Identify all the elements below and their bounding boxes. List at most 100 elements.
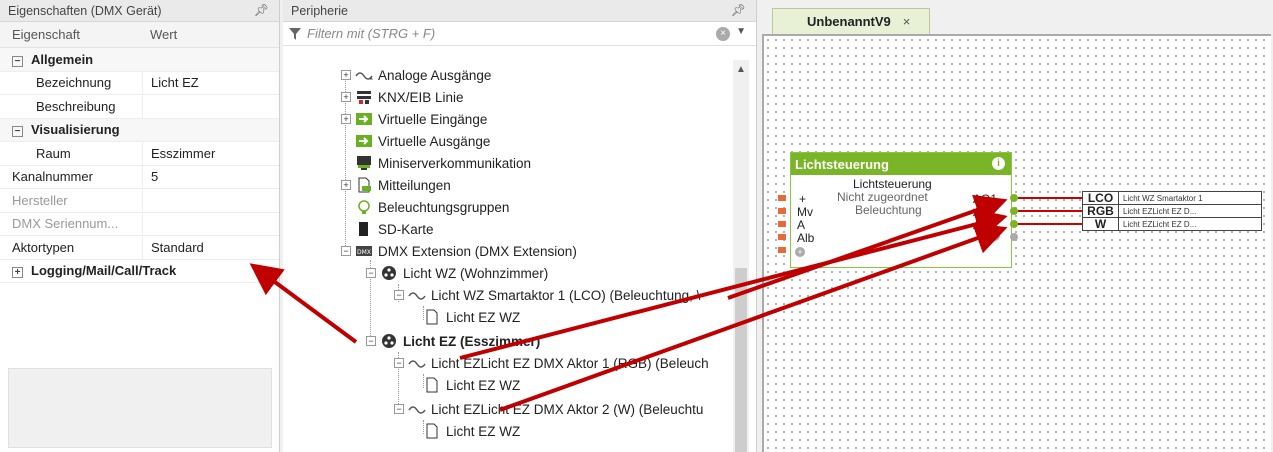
- prop-row-aktortypen[interactable]: Aktortypen Standard: [0, 236, 279, 260]
- expand-icon[interactable]: +: [341, 114, 351, 124]
- collapse-icon[interactable]: −: [366, 268, 376, 278]
- input-label-mv: Mv: [797, 205, 813, 219]
- block-subtitle: Lichtsteuerung: [853, 177, 932, 191]
- tree-item-sd-karte[interactable]: SD-Karte: [355, 218, 434, 240]
- info-icon[interactable]: i: [992, 157, 1005, 170]
- group-logging[interactable]: + Logging/Mail/Call/Track: [0, 259, 279, 283]
- input-label-alb: Alb: [797, 231, 815, 245]
- tree-item-virtuelle-ausgaenge[interactable]: Virtuelle Ausgänge: [355, 130, 490, 152]
- tree-item-mitteilungen[interactable]: + Mitteilungen: [341, 174, 451, 196]
- filter-input[interactable]: Filtern mit (STRG + F) × ▼: [283, 22, 756, 46]
- group-visualisierung[interactable]: − Visualisierung: [0, 118, 279, 142]
- properties-column-header: Eigenschaft Wert: [0, 22, 279, 48]
- input-pin[interactable]: [778, 221, 786, 227]
- properties-panel-header: Eigenschaften (DMX Gerät) 📌︎: [0, 0, 279, 22]
- collapse-icon[interactable]: −: [12, 126, 23, 138]
- output-label-aq1: AQ1: [973, 192, 998, 206]
- collapse-icon[interactable]: −: [394, 290, 404, 300]
- group-allgemein[interactable]: − Allgemein: [0, 48, 279, 72]
- svg-text:DMX: DMX: [357, 249, 371, 256]
- scroll-up-icon[interactable]: ▲: [736, 64, 746, 75]
- collapse-icon[interactable]: −: [12, 55, 23, 67]
- lichtsteuerung-block[interactable]: Lichtsteuerung i Lichtsteuerung Nicht zu…: [790, 152, 1012, 268]
- expand-icon[interactable]: +: [341, 180, 351, 190]
- virtual-output-icon: [356, 135, 372, 147]
- analog-output-icon: [355, 72, 373, 80]
- tree-item-licht-wz-smartaktor[interactable]: − Licht WZ Smartaktor 1 (LCO) (Beleuchtu…: [394, 284, 700, 306]
- peripherie-panel-header: Peripherie 📌︎: [283, 0, 756, 22]
- column-eigenschaft[interactable]: Eigenschaft: [0, 27, 142, 42]
- output-pin-extra[interactable]: [1010, 233, 1018, 241]
- prop-row-dmx-seriennummer[interactable]: DMX Seriennum...: [0, 212, 279, 236]
- scrollbar-thumb[interactable]: [735, 268, 747, 452]
- peripherie-title: Peripherie: [291, 3, 348, 18]
- expand-icon[interactable]: +: [341, 92, 351, 102]
- wire: [1018, 223, 1082, 225]
- tree-item-dmx-aktor-2[interactable]: − Licht EZLicht EZ DMX Aktor 2 (W) (Bele…: [394, 398, 703, 420]
- wire: [1018, 197, 1082, 199]
- tree-item-beleuchtungsgruppen[interactable]: Beleuchtungsgruppen: [355, 196, 509, 218]
- tree-item-licht-ez-esszimmer[interactable]: − Licht EZ (Esszimmer): [366, 330, 540, 352]
- vertical-scrollbar[interactable]: ▲: [733, 60, 749, 452]
- analog-output-icon: [408, 406, 426, 414]
- pin-icon[interactable]: 📌︎: [731, 3, 746, 17]
- input-pin[interactable]: [778, 195, 786, 201]
- input-label-plus: +: [799, 192, 807, 206]
- page-icon: [426, 309, 438, 325]
- prop-row-bezeichnung[interactable]: Bezeichnung Licht EZ: [0, 71, 279, 95]
- output-pin-aq1[interactable]: [1010, 194, 1018, 202]
- program-canvas[interactable]: Lichtsteuerung i Lichtsteuerung Nicht zu…: [762, 34, 1271, 452]
- prop-row-beschreibung[interactable]: Beschreibung: [0, 95, 279, 119]
- output-pin-aq2[interactable]: [1010, 207, 1018, 215]
- tree-item-knx-eib-linie[interactable]: + KNX/EIB Linie: [341, 86, 464, 108]
- analog-output-icon: [408, 360, 426, 368]
- document-icon: [358, 177, 371, 193]
- collapse-icon[interactable]: −: [341, 246, 351, 256]
- tree-item-licht-ez-wz-3[interactable]: Licht EZ WZ: [423, 420, 520, 442]
- value-bezeichnung[interactable]: Licht EZ: [142, 71, 279, 94]
- properties-panel: Eigenschaften (DMX Gerät) 📌︎ Eigenschaft…: [0, 0, 280, 452]
- input-label-a: A: [797, 218, 806, 232]
- peripherie-panel: Peripherie 📌︎ Filtern mit (STRG + F) × ▼…: [283, 0, 757, 452]
- filter-icon: [289, 27, 301, 40]
- tree-item-miniserverkommunikation[interactable]: Miniserverkommunikation: [355, 152, 531, 174]
- dmx-icon: DMX: [356, 246, 372, 256]
- prop-row-hersteller[interactable]: Hersteller: [0, 189, 279, 213]
- tree-item-dmx-aktor-1[interactable]: − Licht EZLicht EZ DMX Aktor 1 (RGB) (Be…: [394, 352, 709, 374]
- sd-card-icon: [359, 222, 368, 236]
- tree-item-virtuelle-eingaenge[interactable]: + Virtuelle Eingänge: [341, 108, 487, 130]
- clear-filter-icon[interactable]: ×: [716, 27, 730, 41]
- prop-row-kanalnummer[interactable]: Kanalnummer 5: [0, 165, 279, 189]
- expand-icon[interactable]: +: [341, 70, 351, 80]
- tree-item-licht-wz[interactable]: − Licht WZ (Wohnzimmer): [366, 262, 548, 284]
- prop-row-raum[interactable]: Raum Esszimmer: [0, 142, 279, 166]
- tab-unbenanntv9[interactable]: UnbenanntV9 ×: [772, 8, 930, 34]
- pin-icon[interactable]: 📌︎: [254, 3, 269, 17]
- output-pin-aq3[interactable]: [1010, 220, 1018, 228]
- input-pin[interactable]: [778, 247, 786, 253]
- tree-item-analoge-ausgaenge[interactable]: + Analoge Ausgänge: [341, 64, 491, 86]
- input-pin[interactable]: [778, 234, 786, 240]
- column-wert[interactable]: Wert: [142, 27, 177, 42]
- tree-item-dmx-extension[interactable]: − DMX DMX Extension (DMX Extension): [341, 240, 577, 262]
- close-tab-icon[interactable]: ×: [903, 14, 911, 29]
- add-output-icon[interactable]: +: [990, 231, 1000, 241]
- lightbulb-icon: [358, 200, 370, 214]
- expand-icon[interactable]: +: [12, 267, 23, 279]
- tree-item-licht-ez-wz-2[interactable]: Licht EZ WZ: [423, 374, 520, 396]
- output-ref-w[interactable]: W Licht EZLicht EZ D...: [1082, 217, 1262, 231]
- add-input-icon[interactable]: +: [795, 247, 805, 257]
- chevron-down-icon[interactable]: ▼: [736, 26, 746, 37]
- input-pin[interactable]: [778, 208, 786, 214]
- collapse-icon[interactable]: −: [394, 358, 404, 368]
- collapse-icon[interactable]: −: [394, 404, 404, 414]
- output-label-aq3: AQ3: [973, 218, 998, 232]
- page-icon: [426, 377, 438, 393]
- dmx-device-icon: [382, 266, 396, 280]
- tree-item-licht-ez-wz[interactable]: Licht EZ WZ: [423, 306, 520, 328]
- output-ref-lco[interactable]: LCO Licht WZ Smartaktor 1: [1082, 191, 1262, 205]
- collapse-icon[interactable]: −: [366, 336, 376, 346]
- output-label-aq2: AQ2: [973, 205, 998, 219]
- output-ref-rgb[interactable]: RGB Licht EZLicht EZ D...: [1082, 204, 1262, 218]
- virtual-input-icon: [356, 113, 372, 125]
